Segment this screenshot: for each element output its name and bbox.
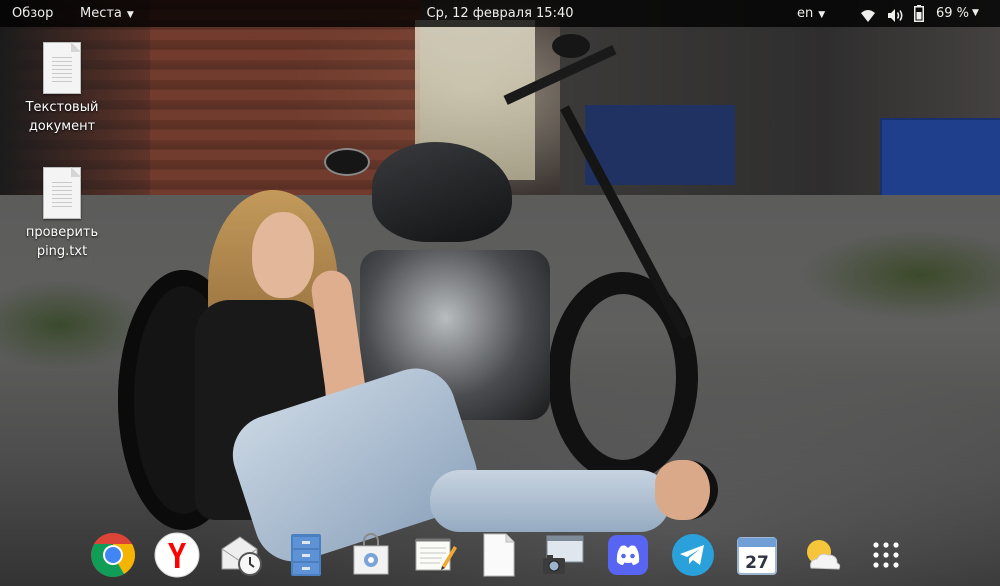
calendar-day: 27 [745,553,769,573]
telegram-icon[interactable] [670,532,716,578]
text-document-icon [43,42,81,94]
chevron-down-icon: ▼ [818,10,826,20]
top-bar: Обзор Места ▼ Ср, 12 февраля 15:40 en ▼ 69… [0,0,1000,27]
wifi-icon[interactable] [860,6,876,22]
woman-foot [655,460,718,520]
battery-icon[interactable] [914,5,924,22]
keyboard-layout-menu[interactable]: en ▼ [797,0,825,27]
notepad-pencil-icon[interactable] [412,532,458,578]
app-grid-icon[interactable] [863,532,909,578]
system-menu-arrow-icon[interactable]: ▼ [972,0,979,27]
desktop-icon-label-line2: ping.txt [36,244,88,259]
yandex-icon[interactable] [154,532,200,578]
places-label: Места [80,6,122,21]
blank-document-icon[interactable] [476,532,522,578]
battery-percentage[interactable]: 69 % [936,0,969,27]
text-file-icon [43,167,81,219]
volume-icon[interactable] [887,6,905,22]
motorcycle-mirror [324,148,370,176]
shopping-bag-icon[interactable] [348,532,394,578]
dock: 27 [84,528,916,582]
language-label: en [797,6,814,21]
discord-icon[interactable] [605,532,651,578]
woman-jeans-leg [430,470,670,532]
desktop-icon-label-line1: проверить [25,225,99,240]
desktop-icon-label-line2: документ [28,119,96,134]
desktop-icon-text-document[interactable]: Текстовый документ [14,42,110,136]
chevron-down-icon: ▼ [126,10,134,20]
desktop-wallpaper [0,0,1000,586]
motorcycle-mirror [552,34,590,58]
dumpster [880,118,1000,200]
places-menu[interactable]: Места ▼ [80,0,134,27]
activities-button[interactable]: Обзор [12,0,53,27]
grass-patch [800,230,1000,320]
desktop-icon-label-line1: Текстовый [25,100,99,115]
file-cabinet-icon[interactable] [283,532,329,578]
dumpster-back [585,105,735,185]
desktop-icon-ping-file[interactable]: проверить ping.txt [14,167,110,261]
screenshot-camera-icon[interactable] [541,532,587,578]
motorcycle-front-wheel [548,272,698,482]
woman-face [252,212,314,298]
clock-button[interactable]: Ср, 12 февраля 15:40 [427,6,574,21]
calendar-icon[interactable]: 27 [734,532,780,578]
weather-icon[interactable] [799,532,845,578]
clock-container: Ср, 12 февраля 15:40 [0,0,1000,27]
mail-clock-icon[interactable] [219,532,265,578]
chrome-icon[interactable] [90,532,136,578]
